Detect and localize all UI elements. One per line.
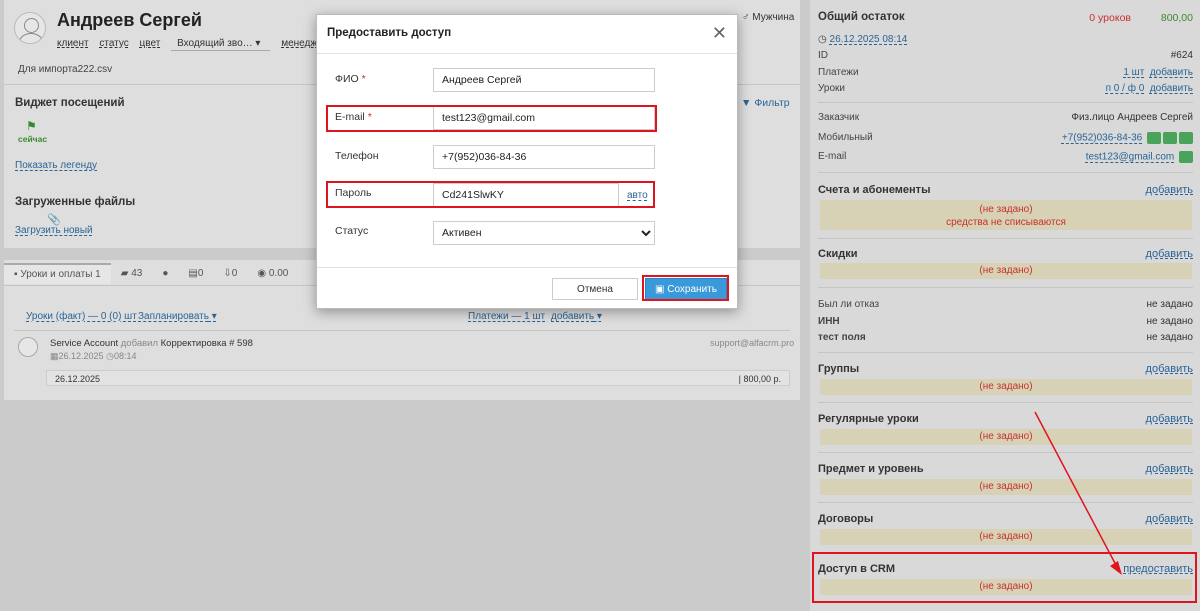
email-highlight	[326, 105, 657, 132]
dialog-title: Предоставить доступ	[327, 27, 452, 39]
fio-label: ФИО *	[335, 73, 366, 85]
fio-input[interactable]	[433, 68, 655, 92]
password-highlight	[326, 181, 655, 208]
save-highlight	[642, 275, 729, 301]
dialog-header-divider	[317, 53, 737, 54]
status-select[interactable]: Активен	[433, 221, 655, 245]
phone-input[interactable]	[433, 145, 655, 169]
close-icon[interactable]: ✕	[712, 23, 727, 44]
status-label: Статус	[335, 225, 369, 237]
cancel-button[interactable]: Отмена	[552, 278, 638, 300]
grant-access-dialog: Предоставить доступ ✕ ФИО * E-mail * Тел…	[316, 14, 738, 309]
phone-label: Телефон	[335, 150, 379, 162]
dialog-footer-divider	[317, 267, 737, 268]
